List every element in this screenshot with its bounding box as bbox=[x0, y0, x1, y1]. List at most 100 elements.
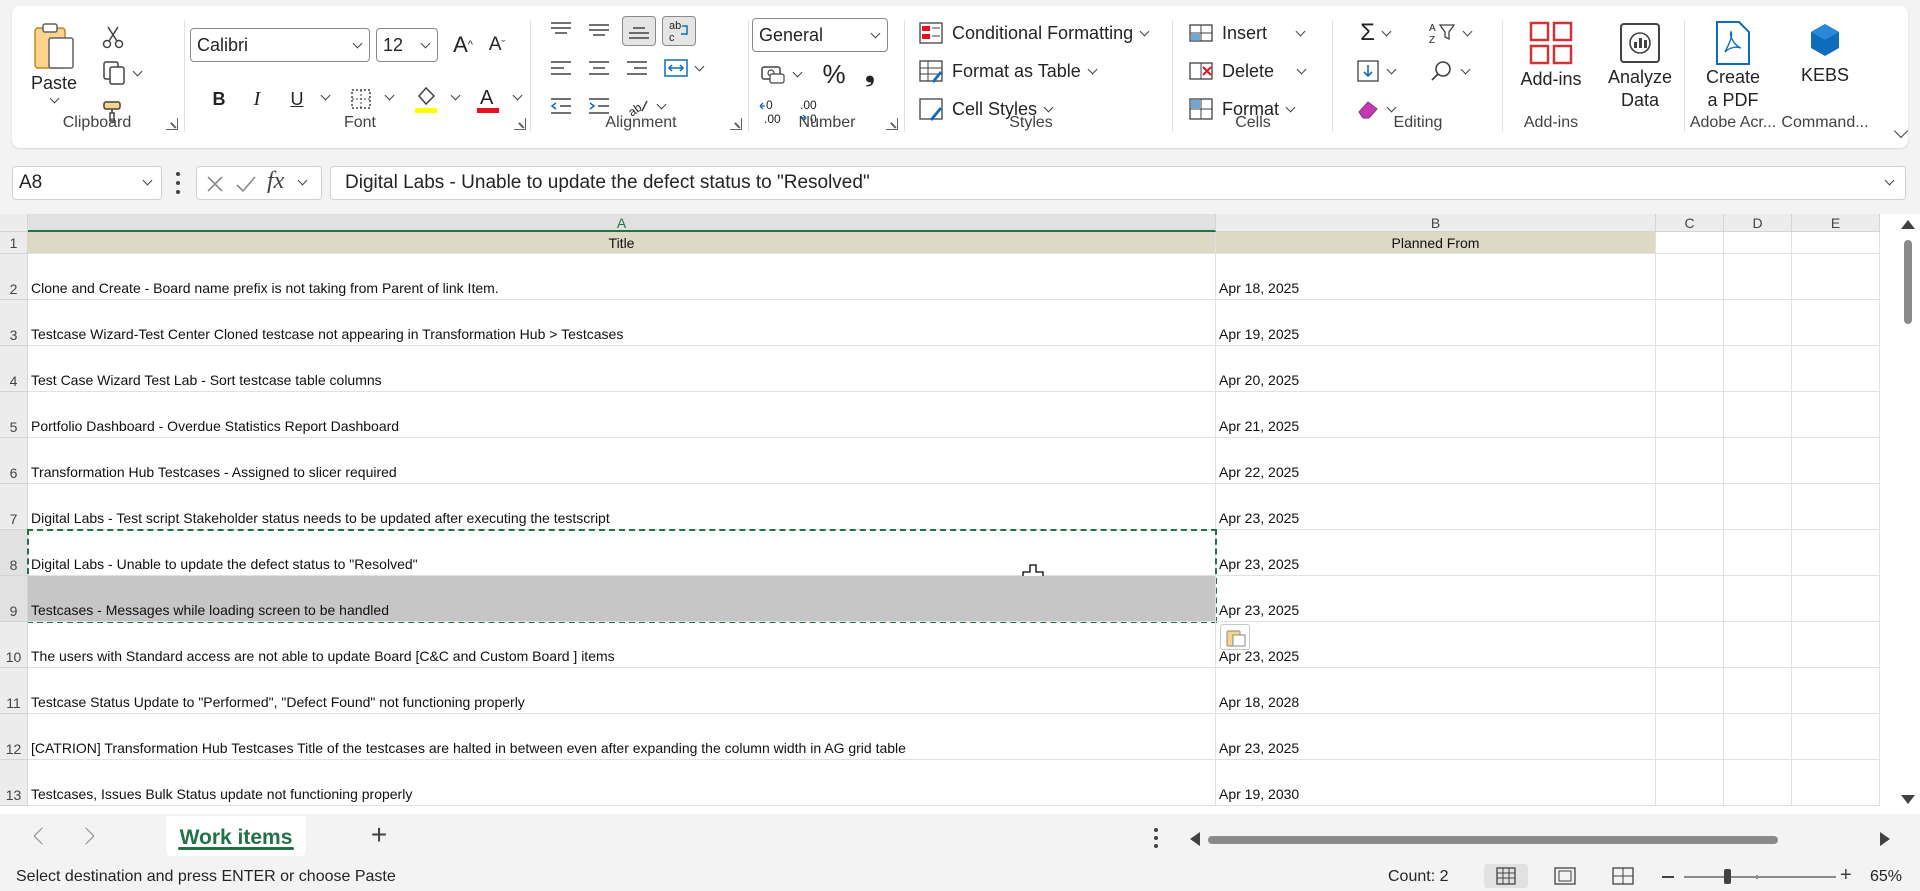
insert-button[interactable]: Insert bbox=[1188, 18, 1306, 48]
scroll-left-icon[interactable] bbox=[1190, 832, 1200, 846]
scroll-down-icon[interactable] bbox=[1901, 795, 1915, 804]
paste-button[interactable]: Paste bbox=[26, 20, 82, 104]
page-layout-view-icon[interactable] bbox=[1554, 867, 1576, 885]
horizontal-scrollbar[interactable] bbox=[1190, 828, 1890, 850]
table-row-title-cell[interactable]: Testcases - Messages while loading scree… bbox=[28, 576, 1216, 622]
table-row-title-cell[interactable]: The users with Standard access are not a… bbox=[28, 622, 1216, 668]
bottom-align-button[interactable] bbox=[622, 16, 656, 46]
row-header[interactable]: 11 bbox=[0, 668, 28, 714]
table-row-date-cell[interactable]: Apr 20, 2025 bbox=[1216, 346, 1656, 392]
table-row-title-cell[interactable]: Test Case Wizard Test Lab - Sort testcas… bbox=[28, 346, 1216, 392]
row-header[interactable]: 8 bbox=[0, 530, 28, 576]
empty-cell[interactable] bbox=[1724, 576, 1792, 622]
chevron-down-icon[interactable] bbox=[450, 90, 461, 101]
empty-cell[interactable] bbox=[1724, 346, 1792, 392]
wrap-text-button[interactable]: ab c bbox=[662, 16, 696, 46]
table-row-date-cell[interactable]: Apr 18, 2025 bbox=[1216, 254, 1656, 300]
font-size-select[interactable]: 12 bbox=[376, 28, 438, 62]
number-format-select[interactable]: General bbox=[752, 18, 888, 52]
select-all-corner[interactable] bbox=[0, 214, 28, 232]
header-cell-planned-from[interactable]: Planned From bbox=[1216, 232, 1656, 254]
page-break-view-icon[interactable] bbox=[1612, 867, 1634, 885]
empty-cell[interactable] bbox=[1792, 622, 1880, 668]
row-header[interactable]: 2 bbox=[0, 254, 28, 300]
name-box[interactable]: A8 bbox=[12, 166, 162, 200]
vertical-scrollbar[interactable] bbox=[1896, 214, 1920, 814]
addins-button[interactable]: Add-ins bbox=[1506, 20, 1596, 91]
table-row-date-cell[interactable]: Apr 19, 2030 bbox=[1216, 760, 1656, 806]
vertical-scroll-thumb[interactable] bbox=[1904, 240, 1912, 324]
merge-center-button[interactable] bbox=[658, 54, 708, 82]
cancel-icon[interactable] bbox=[205, 174, 225, 194]
analyze-data-button[interactable]: Analyze Data bbox=[1600, 20, 1680, 112]
chevron-down-icon[interactable] bbox=[320, 90, 331, 101]
empty-cell[interactable] bbox=[1792, 254, 1880, 300]
accounting-format-button[interactable] bbox=[754, 60, 806, 88]
font-color-button[interactable]: A bbox=[472, 82, 504, 116]
empty-cell[interactable] bbox=[1724, 254, 1792, 300]
empty-cell[interactable] bbox=[1792, 346, 1880, 392]
table-row-title-cell[interactable]: Transformation Hub Testcases - Assigned … bbox=[28, 438, 1216, 484]
column-header-a[interactable]: A bbox=[28, 214, 1216, 232]
table-row-date-cell[interactable]: Apr 21, 2025 bbox=[1216, 392, 1656, 438]
table-row-date-cell[interactable]: Apr 23, 2025 bbox=[1216, 714, 1656, 760]
underline-button[interactable]: U bbox=[282, 84, 312, 114]
table-row-date-cell[interactable]: Apr 23, 2025 bbox=[1216, 484, 1656, 530]
font-launcher-icon[interactable] bbox=[514, 118, 526, 130]
table-row-title-cell[interactable]: [CATRION] Transformation Hub Testcases T… bbox=[28, 714, 1216, 760]
empty-cell[interactable] bbox=[1792, 300, 1880, 346]
table-row-date-cell[interactable]: Apr 22, 2025 bbox=[1216, 438, 1656, 484]
create-pdf-button[interactable]: Create a PDF bbox=[1688, 20, 1778, 112]
zoom-slider-thumb[interactable] bbox=[1724, 869, 1731, 884]
previous-sheet-icon[interactable] bbox=[33, 827, 51, 845]
table-row-title-cell[interactable]: Portfolio Dashboard - Overdue Statistics… bbox=[28, 392, 1216, 438]
scroll-right-icon[interactable] bbox=[1880, 832, 1890, 846]
expand-formula-bar-icon[interactable] bbox=[1884, 175, 1895, 186]
formula-input[interactable]: Digital Labs - Unable to update the defe… bbox=[330, 166, 1906, 200]
empty-cell[interactable] bbox=[1724, 232, 1792, 254]
table-row-title-cell[interactable]: Testcase Wizard-Test Center Cloned testc… bbox=[28, 300, 1216, 346]
empty-cell[interactable] bbox=[1656, 300, 1724, 346]
empty-cell[interactable] bbox=[1724, 300, 1792, 346]
empty-cell[interactable] bbox=[1724, 622, 1792, 668]
chevron-down-icon[interactable] bbox=[297, 175, 308, 186]
chevron-down-icon[interactable] bbox=[384, 90, 395, 101]
percent-button[interactable]: % bbox=[818, 59, 850, 89]
worksheet-grid[interactable]: A B C D E 1 Title Planned From 2 Clone and Create… bbox=[0, 214, 1920, 814]
header-cell-title[interactable]: Title bbox=[28, 232, 1216, 254]
empty-cell[interactable] bbox=[1792, 668, 1880, 714]
empty-cell[interactable] bbox=[1792, 232, 1880, 254]
empty-cell[interactable] bbox=[1656, 346, 1724, 392]
copy-button[interactable] bbox=[96, 58, 146, 88]
column-header-d[interactable]: D bbox=[1724, 214, 1792, 232]
next-sheet-icon[interactable] bbox=[77, 827, 95, 845]
table-row-date-cell[interactable]: Apr 19, 2025 bbox=[1216, 300, 1656, 346]
scroll-up-icon[interactable] bbox=[1901, 220, 1915, 229]
clipboard-launcher-icon[interactable] bbox=[166, 118, 178, 130]
empty-cell[interactable] bbox=[1724, 392, 1792, 438]
table-row-title-cell[interactable]: Testcases, Issues Bulk Status update not… bbox=[28, 760, 1216, 806]
empty-cell[interactable] bbox=[1656, 714, 1724, 760]
normal-view-button[interactable] bbox=[1484, 864, 1528, 888]
empty-cell[interactable] bbox=[1656, 232, 1724, 254]
align-left-button[interactable] bbox=[546, 54, 576, 82]
empty-cell[interactable] bbox=[1724, 530, 1792, 576]
insert-function-icon[interactable]: fx bbox=[267, 168, 284, 195]
add-sheet-button[interactable]: + bbox=[364, 820, 394, 850]
sheet-options-icon[interactable] bbox=[1154, 828, 1158, 848]
horizontal-scroll-thumb[interactable] bbox=[1208, 836, 1778, 844]
table-row-date-cell[interactable]: Apr 23, 2025 bbox=[1216, 530, 1656, 576]
kebs-button[interactable]: KEBS bbox=[1780, 20, 1870, 87]
empty-cell[interactable] bbox=[1656, 668, 1724, 714]
empty-cell[interactable] bbox=[1656, 392, 1724, 438]
table-row-title-cell[interactable]: Clone and Create - Board name prefix is … bbox=[28, 254, 1216, 300]
align-right-button[interactable] bbox=[622, 54, 652, 82]
empty-cell[interactable] bbox=[1792, 484, 1880, 530]
column-header-c[interactable]: C bbox=[1656, 214, 1724, 232]
row-header[interactable]: 6 bbox=[0, 438, 28, 484]
empty-cell[interactable] bbox=[1792, 760, 1880, 806]
column-header-e[interactable]: E bbox=[1792, 214, 1880, 232]
row-header[interactable]: 9 bbox=[0, 576, 28, 622]
empty-cell[interactable] bbox=[1724, 714, 1792, 760]
empty-cell[interactable] bbox=[1792, 576, 1880, 622]
